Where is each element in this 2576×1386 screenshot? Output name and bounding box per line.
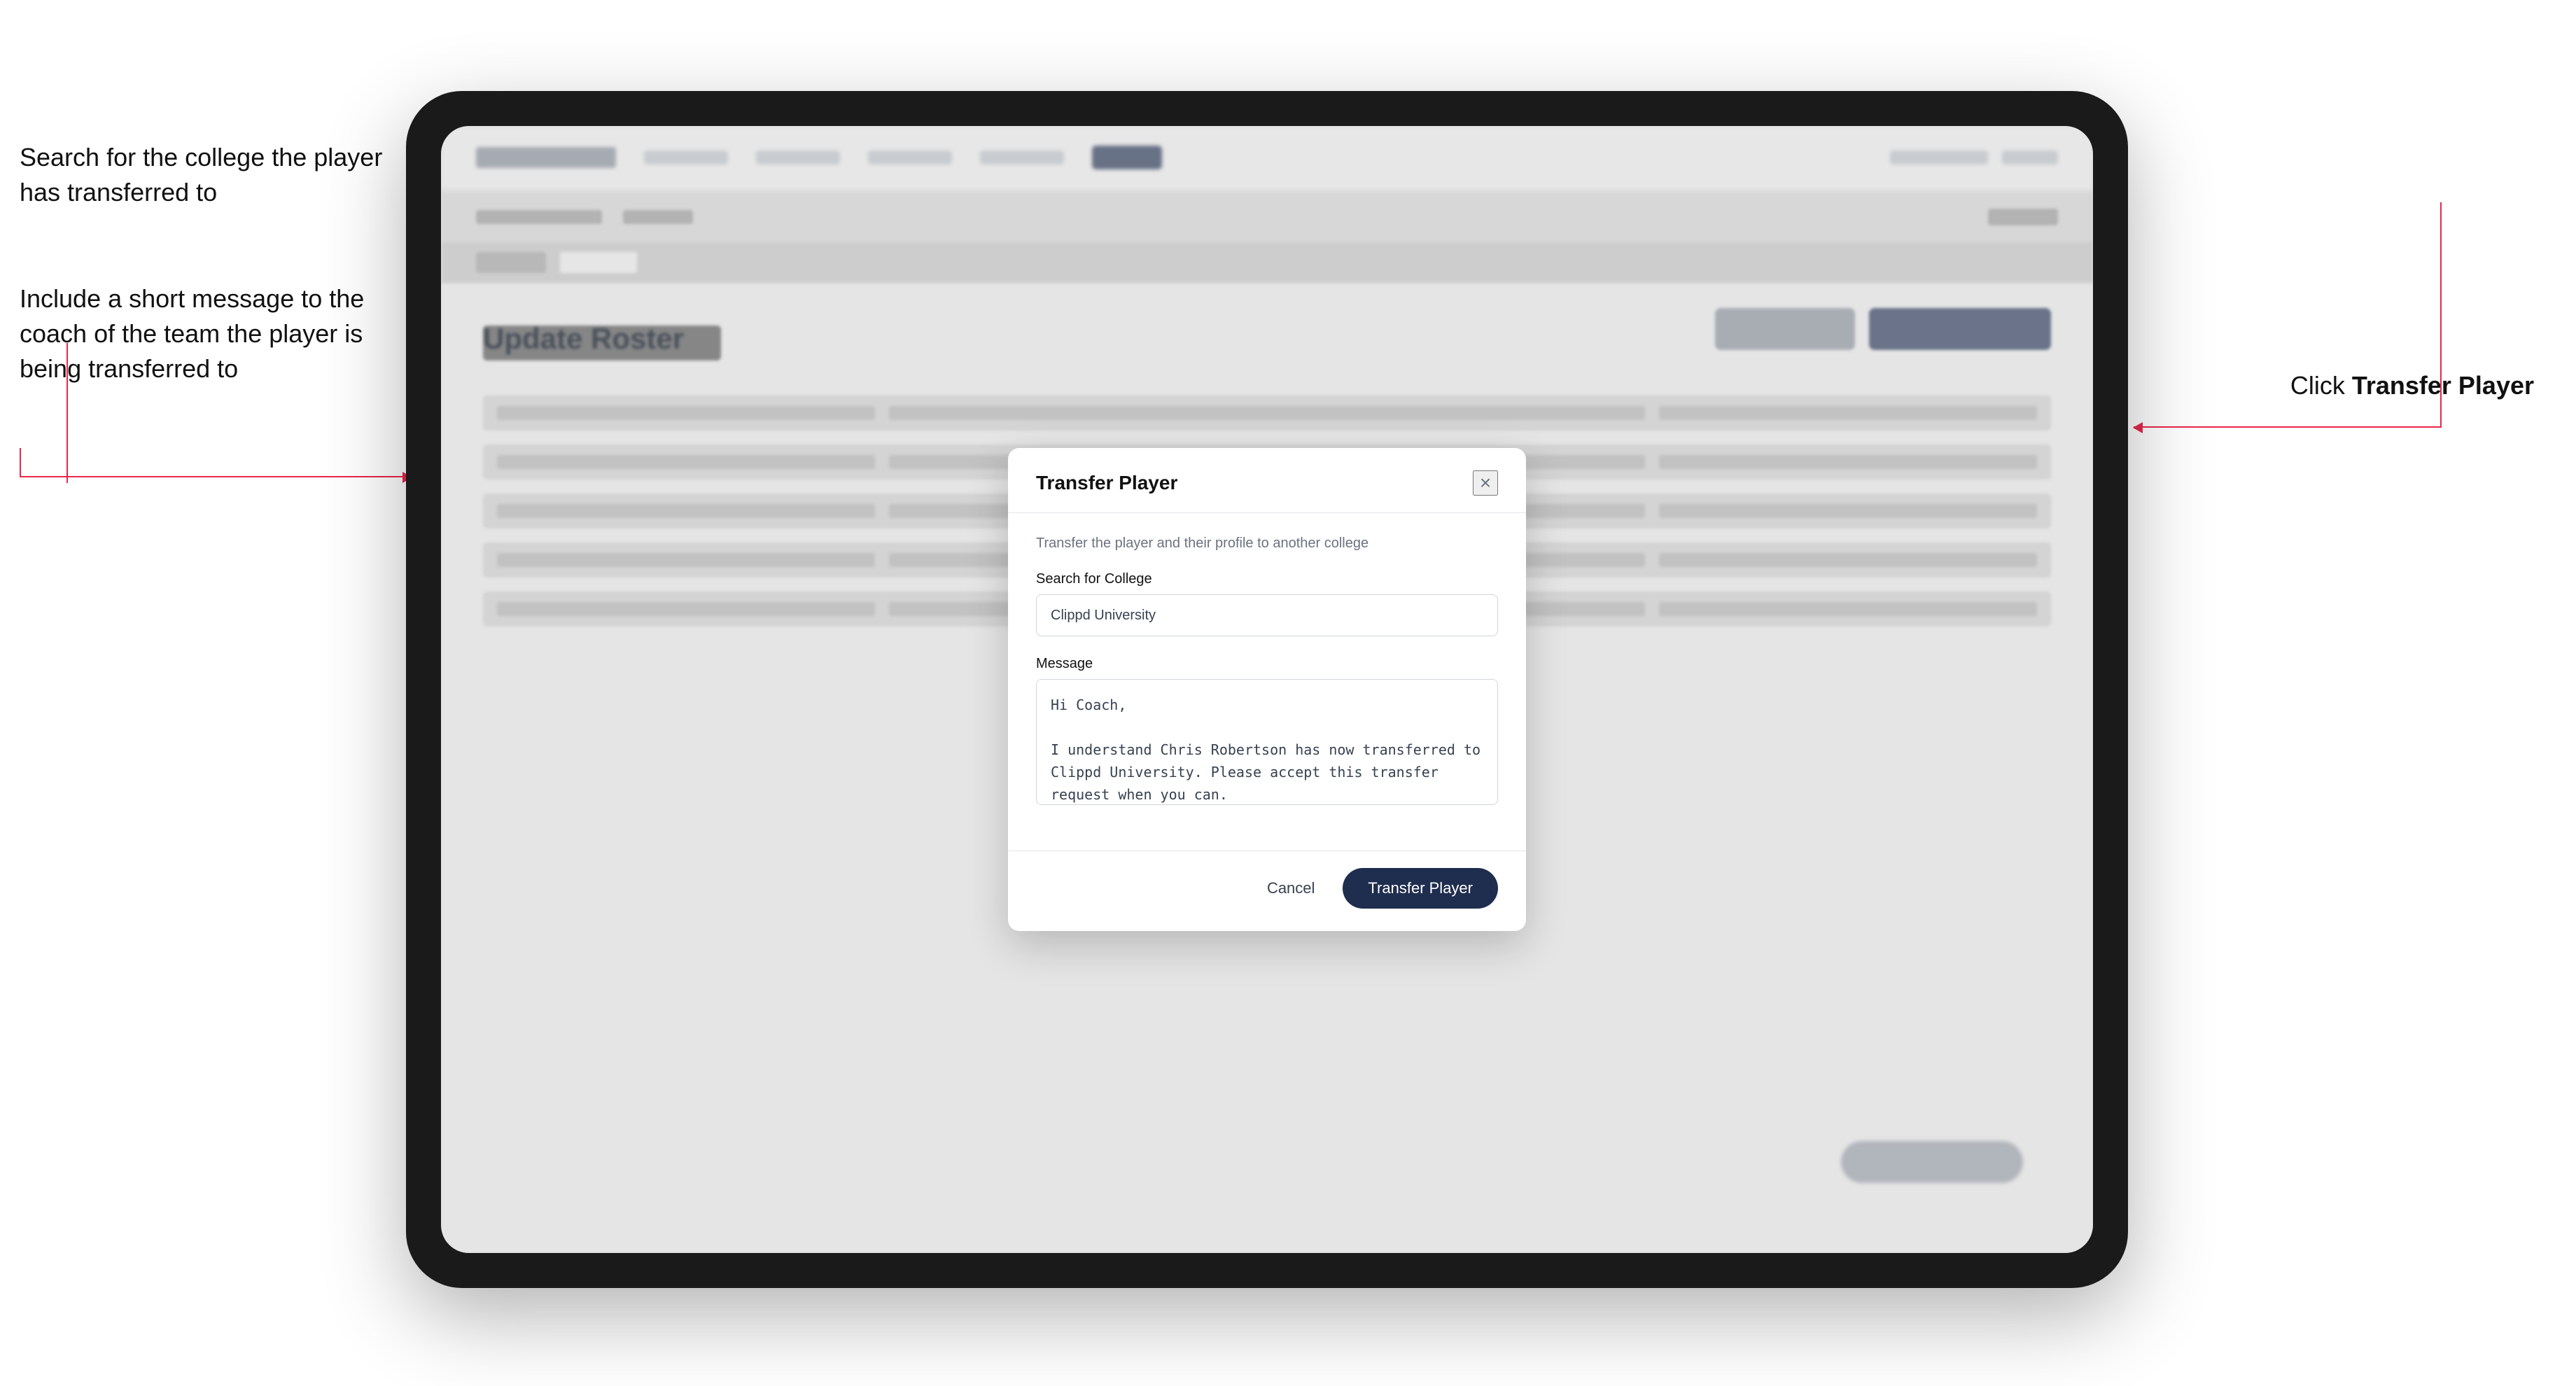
transfer-player-button[interactable]: Transfer Player xyxy=(1343,868,1498,909)
annotation-line-vertical xyxy=(66,343,68,483)
modal-body: Transfer the player and their profile to… xyxy=(1008,513,1526,850)
modal-title: Transfer Player xyxy=(1036,472,1177,494)
modal-header: Transfer Player × xyxy=(1008,448,1526,513)
message-group: Message Hi Coach, I understand Chris Rob… xyxy=(1036,656,1498,808)
transfer-player-modal: Transfer Player × Transfer the player an… xyxy=(1008,448,1526,931)
search-college-input[interactable] xyxy=(1036,594,1498,636)
search-college-group: Search for College xyxy=(1036,571,1498,636)
annotation-arrow-right xyxy=(2134,426,2442,428)
modal-overlay: Transfer Player × Transfer the player an… xyxy=(441,126,2093,1253)
modal-close-button[interactable]: × xyxy=(1473,470,1498,496)
annotation-right: Click Transfer Player xyxy=(2290,371,2534,400)
tablet-frame: Update Roster Transfer Player × Transfer… xyxy=(406,91,2128,1288)
message-textarea[interactable]: Hi Coach, I understand Chris Robertson h… xyxy=(1036,679,1498,805)
modal-footer: Cancel Transfer Player xyxy=(1008,850,1526,931)
search-college-label: Search for College xyxy=(1036,571,1498,587)
tablet-screen: Update Roster Transfer Player × Transfer… xyxy=(441,126,2093,1253)
modal-subtitle: Transfer the player and their profile to… xyxy=(1036,536,1498,552)
annotation-left-top: Search for the college the player has tr… xyxy=(20,140,384,387)
message-label: Message xyxy=(1036,656,1498,672)
annotation-arrow-left xyxy=(20,476,412,477)
cancel-button[interactable]: Cancel xyxy=(1253,871,1329,906)
